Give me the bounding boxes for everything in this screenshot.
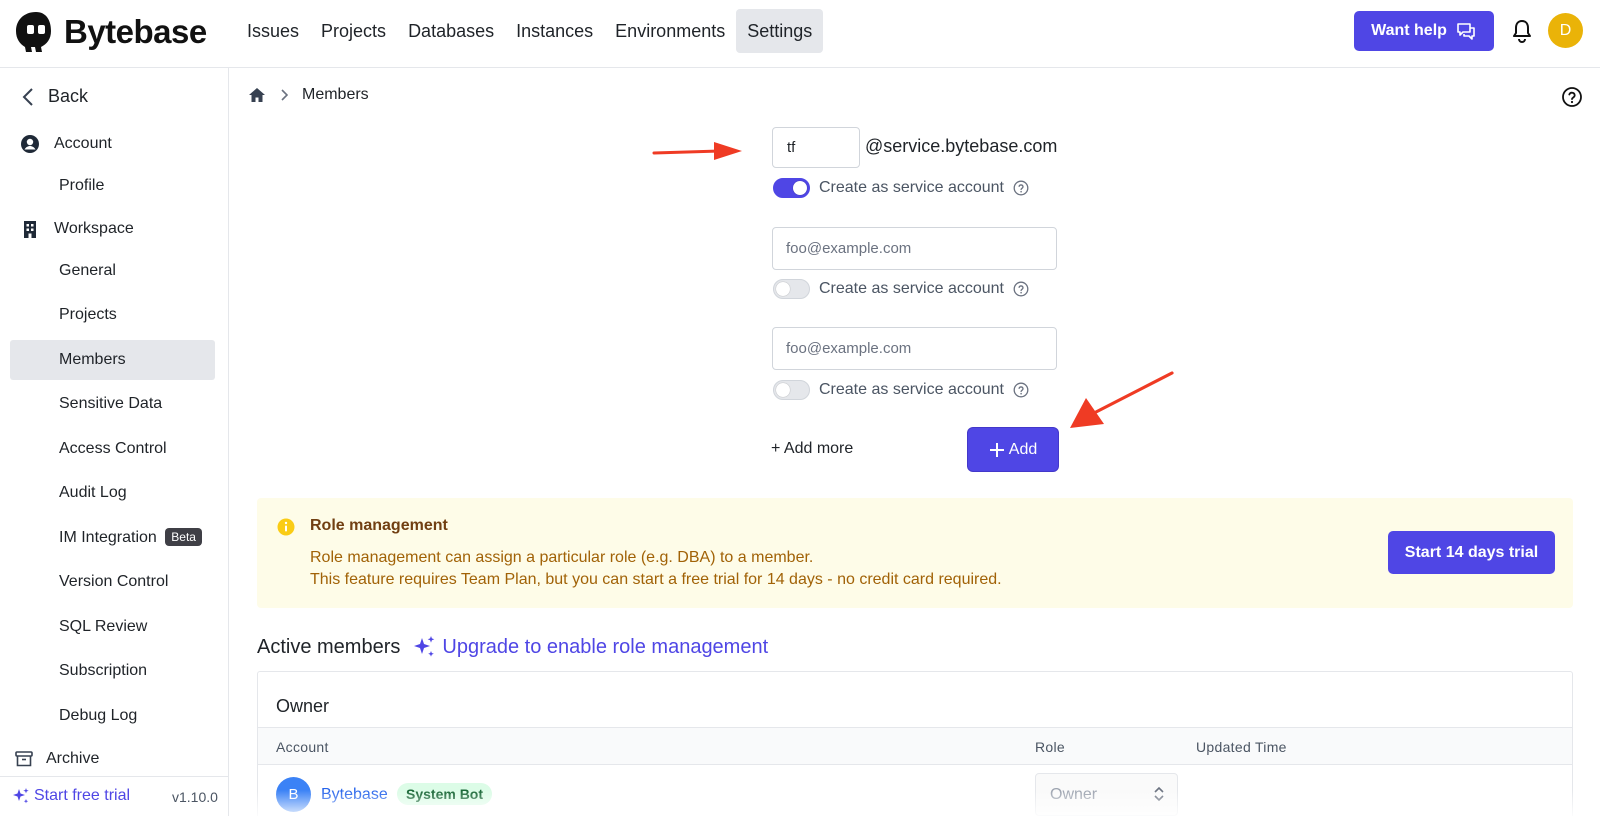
user-circle-icon [21, 135, 39, 153]
role-management-banner: Role management Role management can assi… [257, 498, 1573, 608]
chevron-right-icon [281, 89, 288, 101]
sidebar-item-sql-review[interactable]: SQL Review [10, 607, 215, 647]
sidebar-item-im-integration[interactable]: IM Integration Beta [10, 518, 215, 558]
help-circle-icon[interactable] [1561, 86, 1583, 108]
archive-label: Archive [46, 750, 100, 767]
add-button[interactable]: Add [968, 428, 1058, 471]
service-account-domain: @service.bytebase.com [865, 136, 1058, 156]
breadcrumb: Members [248, 86, 369, 104]
info-icon [277, 518, 295, 536]
version-label: v1.10.0 [172, 789, 218, 805]
sidebar-item-general[interactable]: General [10, 251, 215, 291]
column-updated-time: Updated Time [1196, 739, 1287, 755]
annotation-arrow-right-icon [652, 142, 742, 160]
service-account-row-2: Create as service account [773, 279, 1029, 299]
sidebar-item-debug-log[interactable]: Debug Log [10, 696, 215, 736]
workspace-label: Workspace [54, 220, 134, 237]
service-account-label-1: Create as service account [819, 179, 1004, 196]
app-name: Bytebase [64, 13, 207, 50]
nav-instances[interactable]: Instances [505, 9, 604, 53]
add-label: Add [1008, 440, 1038, 458]
sidebar: Back Account Profile Workspace General P… [0, 68, 229, 816]
start-free-trial-link[interactable]: Start free trial [12, 787, 130, 805]
sidebar-item-access-control[interactable]: Access Control [10, 429, 215, 469]
banner-line-1: Role management can assign a particular … [310, 549, 814, 566]
question-icon[interactable] [1013, 180, 1029, 196]
back-button[interactable]: Back [22, 86, 88, 107]
sidebar-group-workspace: Workspace [20, 219, 134, 239]
active-members-header: Active members Upgrade to enable role ma… [257, 635, 768, 659]
question-icon[interactable] [1013, 382, 1029, 398]
sidebar-item-profile[interactable]: Profile [10, 166, 215, 206]
service-account-row-3: Create as service account [773, 380, 1029, 400]
active-members-heading: Active members [257, 635, 401, 658]
sidebar-item-subscription[interactable]: Subscription [10, 651, 215, 691]
add-more-link[interactable]: + Add more [771, 440, 853, 458]
plus-icon [989, 442, 1004, 457]
main-nav: Issues Projects Databases Instances Envi… [236, 9, 824, 53]
service-account-toggle-1[interactable] [773, 178, 810, 198]
beta-badge: Beta [165, 528, 202, 546]
home-icon[interactable] [248, 87, 266, 103]
sidebar-item-audit-log[interactable]: Audit Log [10, 473, 215, 513]
nav-projects[interactable]: Projects [310, 9, 397, 53]
nav-environments[interactable]: Environments [604, 9, 736, 53]
want-help-button[interactable]: Want help [1354, 11, 1494, 51]
banner-title: Role management [310, 517, 448, 534]
service-account-label-3: Create as service account [819, 381, 1004, 398]
sidebar-footer: Start free trial v1.10.0 [0, 776, 228, 816]
banner-line-2: This feature requires Team Plan, but you… [310, 571, 1002, 588]
archive-icon [15, 751, 33, 767]
start-trial-button[interactable]: Start 14 days trial [1388, 531, 1555, 574]
nav-settings[interactable]: Settings [736, 9, 824, 53]
app-logo[interactable]: Bytebase [14, 10, 207, 54]
sparkles-icon [13, 788, 29, 804]
upgrade-label: Upgrade to enable role management [442, 635, 769, 658]
bell-icon[interactable] [1510, 18, 1534, 44]
service-account-toggle-3[interactable] [773, 380, 810, 400]
annotation-arrow-down-left-icon [1070, 371, 1174, 428]
sidebar-item-members[interactable]: Members [10, 340, 215, 380]
email-input-2[interactable] [772, 227, 1057, 270]
account-label: Account [54, 135, 112, 152]
chevron-left-icon [22, 87, 33, 106]
chat-icon [1457, 23, 1475, 40]
nav-databases[interactable]: Databases [397, 9, 505, 53]
column-account: Account [276, 739, 329, 755]
service-account-label-2: Create as service account [819, 280, 1004, 297]
bytebase-logo-icon [16, 12, 51, 52]
back-label: Back [48, 86, 89, 106]
start-free-trial-label: Start free trial [34, 787, 131, 804]
service-account-prefix-input[interactable]: tf [772, 127, 860, 168]
table-header: Account Role Updated Time [258, 727, 1572, 765]
upgrade-link[interactable]: Upgrade to enable role management [412, 635, 768, 659]
building-icon [24, 221, 36, 238]
sidebar-group-account: Account [20, 134, 112, 154]
sidebar-item-sensitive-data[interactable]: Sensitive Data [10, 384, 215, 424]
service-account-toggle-2[interactable] [773, 279, 810, 299]
sidebar-item-projects[interactable]: Projects [10, 295, 215, 335]
question-icon[interactable] [1013, 281, 1029, 297]
sidebar-item-archive[interactable]: Archive [14, 750, 99, 768]
email-input-3[interactable] [772, 327, 1057, 370]
column-role: Role [1035, 739, 1065, 755]
scroll-fade [229, 790, 1600, 816]
sparkles-icon [414, 636, 435, 657]
want-help-label: Want help [1371, 22, 1447, 39]
im-integration-label: IM Integration [59, 529, 157, 546]
top-bar: Bytebase Issues Projects Databases Insta… [0, 0, 1600, 68]
sidebar-item-version-control[interactable]: Version Control [10, 562, 215, 602]
service-account-row-1: Create as service account [773, 178, 1029, 198]
user-avatar[interactable]: D [1548, 13, 1583, 48]
breadcrumb-current: Members [302, 86, 369, 103]
owner-heading: Owner [276, 696, 330, 716]
nav-issues[interactable]: Issues [236, 9, 310, 53]
